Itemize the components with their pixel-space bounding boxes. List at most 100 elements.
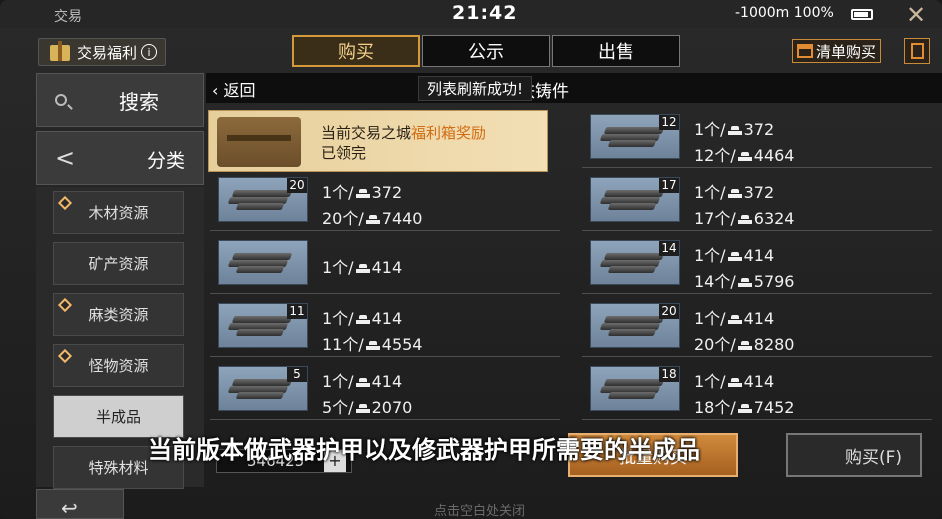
bag-icon	[797, 44, 813, 58]
item-thumbnail: 12	[590, 114, 680, 159]
item-thumbnail: 20	[590, 303, 680, 348]
listing-row[interactable]: 5 1个/414 5个/2070	[210, 362, 560, 420]
header: 交易福利 i 购买 公示 出售 清单购买	[30, 33, 942, 69]
unit-price: 1个/414	[322, 368, 402, 392]
search-button[interactable]: 搜索	[36, 73, 204, 127]
trade-welfare-button[interactable]: 交易福利 i	[38, 38, 167, 66]
listing-row[interactable]: 12 1个/372 12个/4464	[582, 110, 932, 168]
listing-row[interactable]: 11 1个/414 11个/4554	[210, 299, 560, 357]
trade-welfare-label: 交易福利	[77, 43, 138, 62]
clipboard-button[interactable]	[904, 38, 930, 64]
category-wood[interactable]: 木材资源	[53, 191, 184, 234]
bulk-price-value: 7452	[753, 398, 795, 417]
back-label: 返回	[223, 81, 256, 100]
app-window: 交易 21:42 -1000m 100% ✕ 交易福利 i 购买 公示 出售 清…	[0, 0, 942, 519]
category-label: 特殊材料	[88, 459, 149, 477]
category-label: 分类	[147, 150, 186, 172]
bulk-price-value: 5796	[753, 272, 795, 291]
stack-count: 20	[659, 304, 679, 319]
listing-row[interactable]: 17 1个/372 17个/6324	[582, 173, 932, 231]
tab-sell[interactable]: 出售	[552, 35, 680, 67]
return-button[interactable]: ↩	[36, 489, 124, 519]
bulk-label: 20个/	[694, 335, 736, 354]
stack-count: 14	[659, 241, 679, 256]
listing-row[interactable]: 14 1个/414 14个/5796	[582, 236, 932, 294]
gift-icon	[47, 41, 73, 63]
bulk-price-value: 7440	[381, 209, 423, 228]
bulk-label: 5个/	[322, 398, 354, 417]
category-hemp[interactable]: 麻类资源	[53, 293, 184, 336]
iron-casting-icon	[599, 190, 665, 210]
silver-icon	[727, 378, 742, 388]
breadcrumb: ‹ 返回 铁铸件 列表刷新成功!	[206, 73, 942, 103]
iron-casting-icon	[227, 316, 293, 336]
unit-price: 1个/372	[694, 116, 774, 140]
unit-price-value: 414	[371, 372, 403, 391]
bulk-price: 18个/7452	[694, 394, 794, 418]
chevron-left-icon: <	[55, 144, 76, 172]
silver-icon	[727, 252, 742, 262]
unit-label: 1个/	[322, 258, 354, 277]
silver-icon	[355, 378, 370, 388]
unit-price-value: 414	[743, 246, 775, 265]
list-buy-button[interactable]: 清单购买	[792, 39, 882, 63]
return-icon: ↩	[61, 496, 78, 519]
silver-icon	[727, 189, 742, 199]
tab-public[interactable]: 公示	[422, 35, 550, 67]
info-icon[interactable]: i	[141, 44, 158, 60]
unit-price-value: 414	[371, 309, 403, 328]
listing-row[interactable]: 18 1个/414 18个/7452	[582, 362, 932, 420]
unit-label: 1个/	[694, 120, 726, 139]
unit-label: 1个/	[694, 246, 726, 265]
stack-count: 17	[659, 178, 679, 193]
item-thumbnail: 18	[590, 366, 680, 411]
tab-bar: 购买 公示 出售	[292, 35, 680, 67]
list-buy-label: 清单购买	[816, 42, 877, 61]
listing-row[interactable]: 1个/414	[210, 236, 560, 294]
tab-buy[interactable]: 购买	[292, 35, 420, 67]
bulk-price-value: 6324	[753, 209, 795, 228]
reward-prefix: 当前交易之城	[321, 124, 412, 142]
stack-count: 12	[659, 115, 679, 130]
bulk-label: 11个/	[322, 335, 364, 354]
bulk-label: 18个/	[694, 398, 736, 417]
diamond-icon	[57, 348, 73, 364]
diamond-icon	[57, 297, 73, 313]
silver-icon	[355, 264, 370, 274]
clipboard-icon	[911, 43, 924, 59]
silver-icon	[727, 126, 742, 136]
iron-casting-icon	[599, 127, 665, 147]
reward-line-1: 当前交易之城福利箱奖励	[321, 122, 486, 143]
close-icon[interactable]: ✕	[906, 1, 926, 29]
bulk-price: 12个/4464	[694, 142, 794, 166]
item-thumbnail: 17	[590, 177, 680, 222]
category-toggle[interactable]: < 分类	[36, 131, 204, 185]
stack-count: 11	[287, 304, 307, 319]
listing-row[interactable]: 20 1个/372 20个/7440	[210, 173, 560, 231]
category-mineral[interactable]: 矿产资源	[53, 242, 184, 285]
bulk-price: 5个/2070	[322, 394, 412, 418]
buy-button[interactable]: 购买(F)	[786, 433, 922, 477]
silver-icon	[355, 404, 370, 414]
silver-icon	[737, 278, 752, 288]
bulk-price: 20个/7440	[322, 205, 422, 229]
unit-price-value: 414	[371, 258, 403, 277]
listing-row[interactable]: 20 1个/414 20个/8280	[582, 299, 932, 357]
iron-casting-icon	[599, 316, 665, 336]
unit-label: 1个/	[694, 372, 726, 391]
silver-icon	[365, 341, 380, 351]
unit-price: 1个/414	[694, 368, 774, 392]
unit-label: 1个/	[694, 309, 726, 328]
silver-icon	[737, 152, 752, 162]
close-hint[interactable]: 点击空白处关闭	[434, 500, 525, 519]
category-label: 麻类资源	[88, 306, 149, 324]
diamond-icon	[57, 195, 73, 211]
iron-casting-icon	[227, 379, 293, 399]
back-link[interactable]: ‹ 返回	[212, 77, 256, 101]
item-thumbnail: 14	[590, 240, 680, 285]
category-monster[interactable]: 怪物资源	[53, 344, 184, 387]
refresh-toast: 列表刷新成功!	[418, 76, 533, 101]
item-thumbnail	[218, 240, 308, 285]
silver-icon	[737, 341, 752, 351]
unit-label: 1个/	[694, 183, 726, 202]
